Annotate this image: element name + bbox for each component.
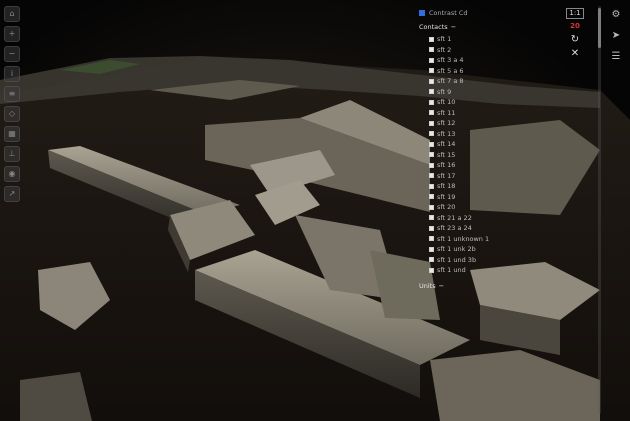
contact-item-label: sft 16 (437, 161, 456, 170)
contact-item-label: sft 20 (437, 203, 456, 212)
rotate-icon[interactable]: ↻ (571, 34, 579, 45)
checkbox-icon[interactable] (429, 99, 434, 105)
checkbox-icon[interactable] (429, 257, 434, 263)
checkbox-icon[interactable] (429, 120, 434, 126)
contact-item[interactable]: sft 12 (429, 118, 595, 129)
contact-item[interactable]: sft 1 unknown 1 (429, 234, 595, 245)
checkbox-icon[interactable] (429, 110, 434, 116)
contact-item[interactable]: sft 13 (429, 129, 595, 140)
home-icon[interactable]: ⌂ (4, 6, 20, 22)
contact-item[interactable]: sft 21 a 22 (429, 213, 595, 224)
checkbox-icon[interactable] (429, 183, 434, 189)
status-indicator: 20 (570, 22, 580, 30)
contact-item[interactable]: sft 1 und (429, 265, 595, 276)
view-hud: 1:1 20 ↻ ✕ (560, 8, 590, 59)
contact-item[interactable]: sft 16 (429, 160, 595, 171)
checkbox-icon[interactable] (429, 173, 434, 179)
right-toolbar: ⚙ ➤ ☰ (608, 8, 624, 64)
contact-item-label: sft 2 (437, 45, 452, 54)
scale-indicator[interactable]: 1:1 (566, 8, 584, 19)
navigate-icon[interactable]: ➤ (609, 29, 623, 43)
contact-item[interactable]: sft 9 (429, 87, 595, 98)
layers-icon[interactable]: ≡ (4, 86, 20, 102)
checkbox-icon[interactable] (429, 152, 434, 158)
contact-item[interactable]: sft 18 (429, 181, 595, 192)
checkbox-icon[interactable] (429, 194, 434, 200)
checkbox-icon[interactable] (429, 267, 434, 273)
axis-icon[interactable]: ✕ (571, 48, 579, 59)
contact-item[interactable]: sft 20 (429, 202, 595, 213)
checkbox-icon[interactable] (429, 225, 434, 231)
contact-item[interactable]: sft 17 (429, 171, 595, 182)
contact-item[interactable]: sft 5 a 6 (429, 66, 595, 77)
checkbox-icon[interactable] (429, 78, 434, 84)
zoom-in-icon[interactable]: + (4, 26, 20, 42)
contact-item[interactable]: sft 1 und 3b (429, 255, 595, 266)
contact-item-label: sft 3 a 4 (437, 56, 464, 65)
contact-item-label: sft 15 (437, 150, 456, 159)
collapse-icon: − (450, 22, 457, 31)
contact-item-label: sft 19 (437, 192, 456, 201)
contact-item-label: sft 9 (437, 87, 452, 96)
checkbox-icon[interactable] (429, 236, 434, 242)
contact-item-label: sft 5 a 6 (437, 66, 464, 75)
units-section-header[interactable]: Units − (419, 281, 595, 291)
checkbox-icon[interactable] (429, 89, 434, 95)
left-toolbar: ⌂ + − i ≡ ◇ ▦ ⊥ ◉ ↗ (4, 6, 22, 202)
checkbox-icon[interactable] (429, 246, 434, 252)
contact-item-label: sft 7 a 8 (437, 77, 464, 86)
panel-color-swatch (419, 10, 425, 16)
contact-item[interactable]: sft 1 unk 2b (429, 244, 595, 255)
scrollbar-thumb[interactable] (598, 8, 601, 48)
panel-scrollbar[interactable] (598, 6, 601, 414)
share-icon[interactable]: ↗ (4, 186, 20, 202)
info-icon[interactable]: i (4, 66, 20, 82)
contact-item-label: sft 12 (437, 119, 456, 128)
contact-item[interactable]: sft 11 (429, 108, 595, 119)
checkbox-icon[interactable] (429, 215, 434, 221)
contact-item-label: sft 11 (437, 108, 456, 117)
contact-item[interactable]: sft 19 (429, 192, 595, 203)
panel-title: Contrast Cd (429, 9, 468, 17)
camera-icon[interactable]: ◉ (4, 166, 20, 182)
southwest-fragment (20, 372, 92, 421)
zoom-out-icon[interactable]: − (4, 46, 20, 62)
contact-item-label: sft 1 und (437, 266, 466, 275)
checkbox-icon[interactable] (429, 162, 434, 168)
checkbox-icon[interactable] (429, 131, 434, 137)
contact-item-label: sft 1 unknown 1 (437, 234, 490, 243)
contact-item-label: sft 21 a 22 (437, 213, 472, 222)
contacts-list: sft 1 sft 2 sft 3 a 4 sft 5 a 6 sft 7 a 8 sft… (429, 34, 595, 276)
checkbox-icon[interactable] (429, 68, 434, 74)
contact-item-label: sft 18 (437, 182, 456, 191)
contact-item-label: sft 10 (437, 98, 456, 107)
contact-item[interactable]: sft 23 a 24 (429, 223, 595, 234)
checkbox-icon[interactable] (429, 36, 434, 42)
menu-icon[interactable]: ☰ (609, 50, 623, 64)
3d-viewport[interactable]: ⌂ + − i ≡ ◇ ▦ ⊥ ◉ ↗ Contrast Cd Contacts… (0, 0, 630, 421)
measure-icon[interactable]: ◇ (4, 106, 20, 122)
contacts-label: Contacts (419, 22, 448, 31)
checkbox-icon[interactable] (429, 47, 434, 53)
contact-item-label: sft 1 unk 2b (437, 245, 476, 254)
contact-item-label: sft 1 und 3b (437, 255, 477, 264)
checkbox-icon[interactable] (429, 57, 434, 63)
units-label: Units (419, 281, 436, 290)
checkbox-icon[interactable] (429, 204, 434, 210)
collapse-icon: − (438, 281, 445, 290)
checkbox-icon[interactable] (429, 141, 434, 147)
contact-item-label: sft 13 (437, 129, 456, 138)
grid-icon[interactable]: ▦ (4, 126, 20, 142)
contact-item[interactable]: sft 7 a 8 (429, 76, 595, 87)
ruler-icon[interactable]: ⊥ (4, 146, 20, 162)
contact-item[interactable]: sft 10 (429, 97, 595, 108)
contact-item[interactable]: sft 15 (429, 150, 595, 161)
contact-item-label: sft 17 (437, 171, 456, 180)
contact-item-label: sft 14 (437, 140, 456, 149)
contact-item-label: sft 1 (437, 35, 452, 44)
contact-item-label: sft 23 a 24 (437, 224, 472, 233)
contact-item[interactable]: sft 14 (429, 139, 595, 150)
settings-icon[interactable]: ⚙ (609, 8, 623, 22)
